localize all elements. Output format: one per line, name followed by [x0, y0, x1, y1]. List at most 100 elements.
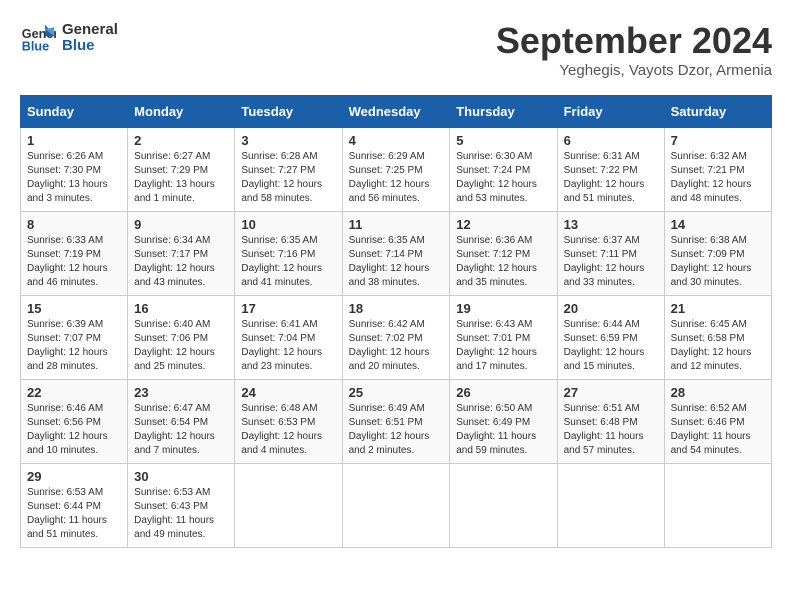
calendar-cell: 4Sunrise: 6:29 AM Sunset: 7:25 PM Daylig…: [342, 128, 450, 212]
day-number: 7: [671, 133, 765, 148]
location-title: Yeghegis, Vayots Dzor, Armenia: [496, 62, 772, 79]
calendar-cell: 8Sunrise: 6:33 AM Sunset: 7:19 PM Daylig…: [21, 212, 128, 296]
weekday-header: Sunday: [21, 96, 128, 128]
calendar-cell: 18Sunrise: 6:42 AM Sunset: 7:02 PM Dayli…: [342, 296, 450, 380]
day-number: 25: [349, 385, 444, 400]
calendar-cell: 10 Sunrise: 6:35 AM Sunset: 7:16 PM Dayli…: [235, 212, 342, 296]
logo-line1: General: [62, 22, 118, 39]
calendar-table: SundayMondayTuesdayWednesdayThursdayFrid…: [20, 95, 772, 548]
day-info: Sunrise: 6:47 AM Sunset: 6:54 PM Dayligh…: [134, 402, 228, 458]
day-info: Sunrise: 6:45 AM Sunset: 6:58 PM Dayligh…: [671, 318, 765, 374]
day-info: Sunrise: 6:50 AM Sunset: 6:49 PM Dayligh…: [456, 402, 550, 458]
day-number: 3: [241, 133, 335, 148]
calendar-week-row: 1 Sunrise: 6:26 AM Sunset: 7:30 PM Daylig…: [21, 128, 772, 212]
calendar-cell: 15 Sunrise: 6:39 AM Sunset: 7:07 PM Dayli…: [21, 296, 128, 380]
day-number: 14: [671, 217, 765, 232]
calendar-cell: 1 Sunrise: 6:26 AM Sunset: 7:30 PM Daylig…: [21, 128, 128, 212]
day-info: Sunrise: 6:35 AM Sunset: 7:16 PM Dayligh…: [241, 234, 335, 290]
weekday-header: Wednesday: [342, 96, 450, 128]
day-number: 10: [241, 217, 335, 232]
day-info: Sunrise: 6:27 AM Sunset: 7:29 PM Dayligh…: [134, 150, 228, 206]
day-info: Sunrise: 6:26 AM Sunset: 7:30 PM Dayligh…: [27, 150, 121, 206]
weekday-header: Monday: [128, 96, 235, 128]
calendar-cell: 6 Sunrise: 6:31 AM Sunset: 7:22 PM Daylig…: [557, 128, 664, 212]
day-number: 12: [456, 217, 550, 232]
calendar-week-row: 22Sunrise: 6:46 AM Sunset: 6:56 PM Dayli…: [21, 380, 772, 464]
day-info: Sunrise: 6:36 AM Sunset: 7:12 PM Dayligh…: [456, 234, 550, 290]
day-number: 6: [564, 133, 658, 148]
calendar-cell: 7 Sunrise: 6:32 AM Sunset: 7:21 PM Daylig…: [664, 128, 771, 212]
month-title: September 2024: [496, 20, 772, 62]
day-number: 16: [134, 301, 228, 316]
day-number: 27: [564, 385, 658, 400]
day-number: 1: [27, 133, 121, 148]
day-number: 2: [134, 133, 228, 148]
calendar-cell: 26 Sunrise: 6:50 AM Sunset: 6:49 PM Dayli…: [450, 380, 557, 464]
day-info: Sunrise: 6:53 AM Sunset: 6:43 PM Dayligh…: [134, 486, 228, 542]
calendar-cell: 21Sunrise: 6:45 AM Sunset: 6:58 PM Dayli…: [664, 296, 771, 380]
day-info: Sunrise: 6:30 AM Sunset: 7:24 PM Dayligh…: [456, 150, 550, 206]
calendar-cell: 20 Sunrise: 6:44 AM Sunset: 6:59 PM Dayli…: [557, 296, 664, 380]
day-number: 20: [564, 301, 658, 316]
calendar-cell: 16 Sunrise: 6:40 AM Sunset: 7:06 PM Dayli…: [128, 296, 235, 380]
day-info: Sunrise: 6:39 AM Sunset: 7:07 PM Dayligh…: [27, 318, 121, 374]
calendar-header-row: SundayMondayTuesdayWednesdayThursdayFrid…: [21, 96, 772, 128]
weekday-header: Tuesday: [235, 96, 342, 128]
calendar-cell: [664, 464, 771, 548]
day-number: 8: [27, 217, 121, 232]
day-info: Sunrise: 6:40 AM Sunset: 7:06 PM Dayligh…: [134, 318, 228, 374]
day-info: Sunrise: 6:48 AM Sunset: 6:53 PM Dayligh…: [241, 402, 335, 458]
calendar-cell: 24Sunrise: 6:48 AM Sunset: 6:53 PM Dayli…: [235, 380, 342, 464]
day-number: 15: [27, 301, 121, 316]
day-info: Sunrise: 6:34 AM Sunset: 7:17 PM Dayligh…: [134, 234, 228, 290]
day-info: Sunrise: 6:52 AM Sunset: 6:46 PM Dayligh…: [671, 402, 765, 458]
calendar-cell: 12 Sunrise: 6:36 AM Sunset: 7:12 PM Dayli…: [450, 212, 557, 296]
day-number: 19: [456, 301, 550, 316]
calendar-cell: 5 Sunrise: 6:30 AM Sunset: 7:24 PM Daylig…: [450, 128, 557, 212]
day-info: Sunrise: 6:43 AM Sunset: 7:01 PM Dayligh…: [456, 318, 550, 374]
calendar-cell: [235, 464, 342, 548]
calendar-week-row: 15 Sunrise: 6:39 AM Sunset: 7:07 PM Dayli…: [21, 296, 772, 380]
calendar-cell: 13 Sunrise: 6:37 AM Sunset: 7:11 PM Dayli…: [557, 212, 664, 296]
day-number: 13: [564, 217, 658, 232]
day-info: Sunrise: 6:32 AM Sunset: 7:21 PM Dayligh…: [671, 150, 765, 206]
svg-text:Blue: Blue: [22, 40, 49, 54]
calendar-cell: 17Sunrise: 6:41 AM Sunset: 7:04 PM Dayli…: [235, 296, 342, 380]
calendar-cell: [450, 464, 557, 548]
calendar-cell: 29Sunrise: 6:53 AM Sunset: 6:44 PM Dayli…: [21, 464, 128, 548]
title-area: September 2024 Yeghegis, Vayots Dzor, Ar…: [496, 20, 772, 79]
logo-line2: Blue: [62, 38, 118, 55]
calendar-cell: [557, 464, 664, 548]
day-info: Sunrise: 6:31 AM Sunset: 7:22 PM Dayligh…: [564, 150, 658, 206]
day-number: 22: [27, 385, 121, 400]
logo-icon: General Blue: [20, 20, 56, 56]
day-number: 26: [456, 385, 550, 400]
calendar-cell: 3 Sunrise: 6:28 AM Sunset: 7:27 PM Daylig…: [235, 128, 342, 212]
day-info: Sunrise: 6:37 AM Sunset: 7:11 PM Dayligh…: [564, 234, 658, 290]
calendar-cell: 25 Sunrise: 6:49 AM Sunset: 6:51 PM Dayli…: [342, 380, 450, 464]
weekday-header: Thursday: [450, 96, 557, 128]
day-info: Sunrise: 6:51 AM Sunset: 6:48 PM Dayligh…: [564, 402, 658, 458]
day-info: Sunrise: 6:44 AM Sunset: 6:59 PM Dayligh…: [564, 318, 658, 374]
calendar-body: 1 Sunrise: 6:26 AM Sunset: 7:30 PM Daylig…: [21, 128, 772, 548]
weekday-header: Friday: [557, 96, 664, 128]
day-info: Sunrise: 6:53 AM Sunset: 6:44 PM Dayligh…: [27, 486, 121, 542]
day-number: 17: [241, 301, 335, 316]
day-info: Sunrise: 6:38 AM Sunset: 7:09 PM Dayligh…: [671, 234, 765, 290]
calendar-cell: 30Sunrise: 6:53 AM Sunset: 6:43 PM Dayli…: [128, 464, 235, 548]
header: General Blue General Blue September 2024…: [20, 20, 772, 79]
logo: General Blue General Blue: [20, 20, 118, 56]
day-number: 5: [456, 133, 550, 148]
calendar-cell: 28Sunrise: 6:52 AM Sunset: 6:46 PM Dayli…: [664, 380, 771, 464]
day-number: 9: [134, 217, 228, 232]
calendar-cell: 2 Sunrise: 6:27 AM Sunset: 7:29 PM Daylig…: [128, 128, 235, 212]
day-info: Sunrise: 6:42 AM Sunset: 7:02 PM Dayligh…: [349, 318, 444, 374]
day-info: Sunrise: 6:28 AM Sunset: 7:27 PM Dayligh…: [241, 150, 335, 206]
day-info: Sunrise: 6:35 AM Sunset: 7:14 PM Dayligh…: [349, 234, 444, 290]
calendar-cell: 19 Sunrise: 6:43 AM Sunset: 7:01 PM Dayli…: [450, 296, 557, 380]
calendar-week-row: 29Sunrise: 6:53 AM Sunset: 6:44 PM Dayli…: [21, 464, 772, 548]
day-number: 4: [349, 133, 444, 148]
day-info: Sunrise: 6:49 AM Sunset: 6:51 PM Dayligh…: [349, 402, 444, 458]
calendar-cell: 22Sunrise: 6:46 AM Sunset: 6:56 PM Dayli…: [21, 380, 128, 464]
day-number: 11: [349, 217, 444, 232]
